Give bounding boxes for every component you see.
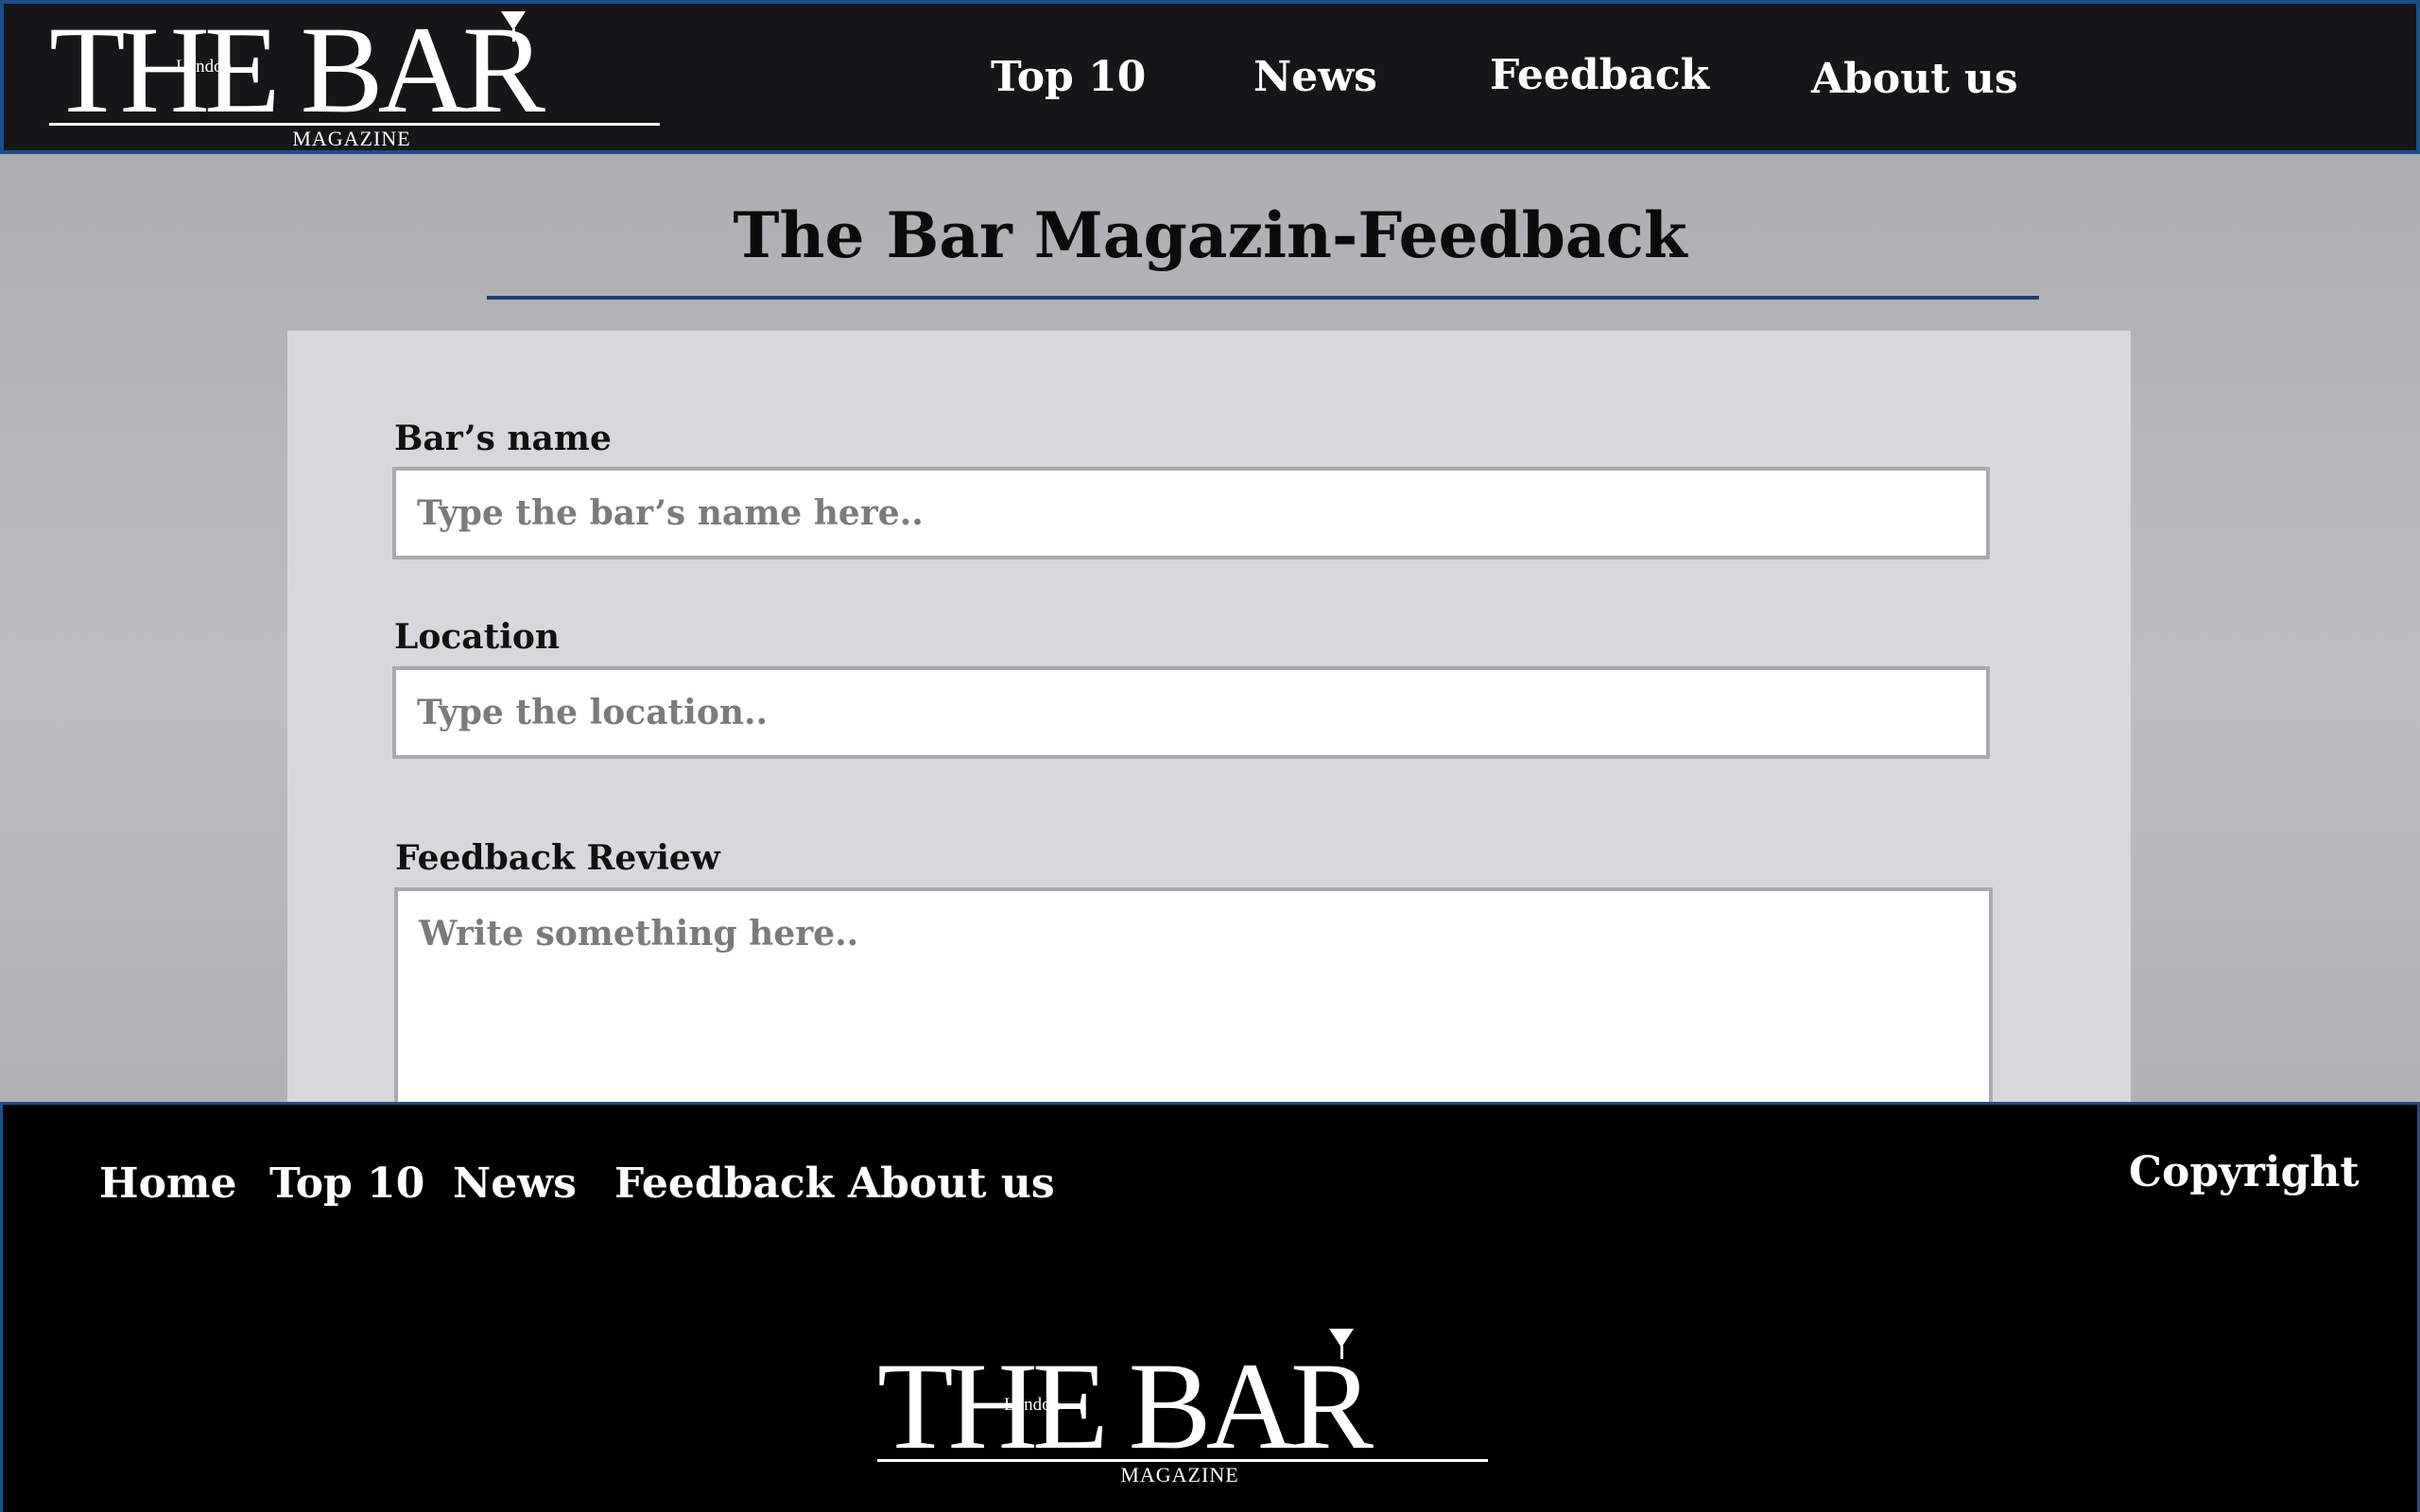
logo-underline [49,123,660,126]
footer-logo-title: THE BAR [877,1336,1374,1475]
bar-name-input[interactable] [392,467,1990,559]
cocktail-glass-icon [501,11,526,42]
nav-top10-link[interactable]: Top 10 [991,53,1146,101]
location-label: Location [394,617,561,657]
nav-feedback-link[interactable]: Feedback [1490,51,1709,99]
footer-logo-underline [877,1459,1488,1462]
logo-subtitle: MAGAZINE [292,127,411,150]
footer-logo-subtitle: MAGAZINE [1120,1463,1239,1486]
footer-top10-link[interactable]: Top 10 [269,1160,424,1208]
cocktail-glass-icon [1329,1329,1354,1359]
site-header: THE BAR London MAGAZINE Top 10 News Feed… [0,0,2420,154]
footer-logo[interactable]: THE BAR London MAGAZINE [877,1329,1492,1499]
footer-about-link[interactable]: About us [848,1160,1055,1208]
feedback-review-label: Feedback Review [395,838,720,878]
title-divider [487,296,2039,300]
footer-feedback-link[interactable]: Feedback [614,1160,834,1208]
bar-name-label: Bar’s name [394,419,612,458]
page-title: The Bar Magazin-Feedback [733,198,1687,272]
logo-title: THE BAR [49,0,545,139]
footer-logo-city: London [1004,1395,1061,1415]
header-logo[interactable]: THE BAR London MAGAZINE [49,0,664,151]
location-input[interactable] [392,666,1990,759]
logo-city: London [176,57,233,77]
footer-news-link[interactable]: News [453,1160,577,1208]
feedback-form: Bar’s name Location Feedback Review [287,331,2131,1114]
nav-news-link[interactable]: News [1253,53,1377,101]
footer-home-link[interactable]: Home [99,1160,236,1208]
nav-about-link[interactable]: About us [1811,55,2018,103]
feedback-review-textarea[interactable] [394,887,1993,1114]
copyright-text: Copyright [2129,1148,2360,1196]
